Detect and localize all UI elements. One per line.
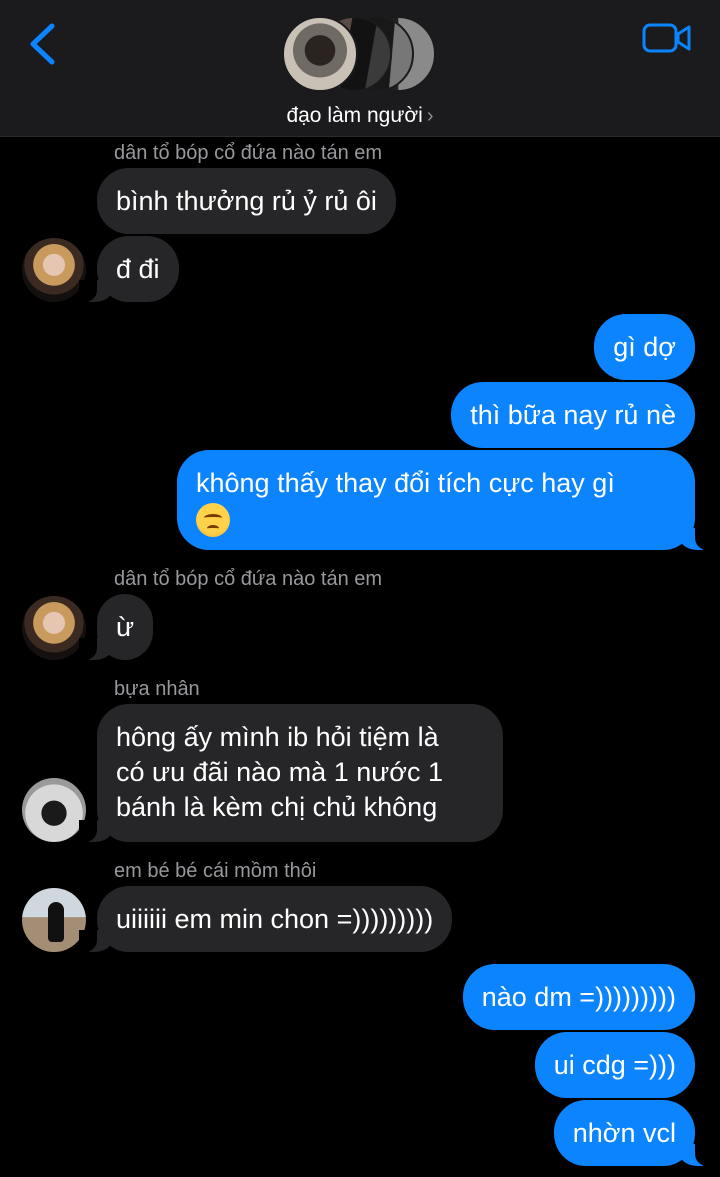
avatar[interactable]: [22, 888, 86, 952]
message-text: ừ: [116, 612, 135, 642]
outgoing-message[interactable]: nhờn vcl: [553, 1100, 714, 1166]
outgoing-message[interactable]: ui cdg =))): [534, 1032, 695, 1098]
group-name-label: đạo làm người: [286, 104, 423, 127]
message-text: ui cdg =))): [553, 1050, 676, 1080]
outgoing-message[interactable]: gì dợ: [594, 314, 695, 380]
chat-header: đạo làm người ›: [0, 0, 720, 137]
message-text: không thấy thay đổi tích cực hay gì: [196, 468, 615, 498]
message-text: đ đi: [116, 254, 160, 284]
sender-name: em bé bé cái mồm thôi: [114, 860, 317, 882]
angry-face-emoji-icon: [196, 502, 230, 537]
message-text: bình thưởng rủ ỷ rủ ôi: [116, 186, 377, 216]
sender-name: bựa nhân: [114, 678, 200, 700]
avatar[interactable]: [22, 238, 86, 302]
back-chevron-icon[interactable]: [24, 22, 64, 66]
chevron-right-icon: ›: [426, 105, 434, 127]
incoming-message[interactable]: uiiiiii em min chon =))))))))): [78, 886, 453, 952]
outgoing-message[interactable]: thì bữa nay rủ nè: [451, 382, 695, 448]
message-text-line: bánh là kèm chị chủ không: [116, 792, 438, 822]
group-avatars[interactable]: [282, 16, 442, 94]
message-text: nhờn vcl: [572, 1118, 676, 1148]
message-text: nào dm =))))))))): [481, 982, 676, 1012]
sender-name: dân tổ bóp cổ đứa nào tán em: [114, 568, 383, 590]
outgoing-message[interactable]: không thấy thay đổi tích cực hay gì: [177, 450, 713, 550]
avatar[interactable]: [22, 596, 86, 660]
incoming-message[interactable]: hông ấy mình ib hỏi tiệm là có ưu đãi nà…: [79, 704, 503, 842]
message-text-line: có ưu đãi nào mà 1 nước 1: [116, 757, 444, 787]
incoming-message[interactable]: đ đi: [79, 236, 179, 302]
group-name[interactable]: đạo làm người ›: [0, 104, 720, 128]
avatar[interactable]: [22, 778, 86, 842]
sender-name: dân tổ bóp cổ đứa nào tán em: [114, 142, 383, 164]
incoming-message[interactable]: ừ: [78, 594, 154, 660]
message-text: gì dợ: [613, 332, 676, 362]
message-text-line: hông ấy mình ib hỏi tiệm là: [116, 722, 439, 752]
video-call-icon[interactable]: [642, 20, 692, 56]
message-text: uiiiiii em min chon =))))))))): [116, 904, 434, 934]
outgoing-message[interactable]: nào dm =))))))))): [462, 964, 695, 1030]
group-avatar: [282, 16, 358, 92]
message-text: thì bữa nay rủ nè: [470, 400, 676, 430]
incoming-message[interactable]: bình thưởng rủ ỷ rủ ôi: [97, 168, 396, 234]
